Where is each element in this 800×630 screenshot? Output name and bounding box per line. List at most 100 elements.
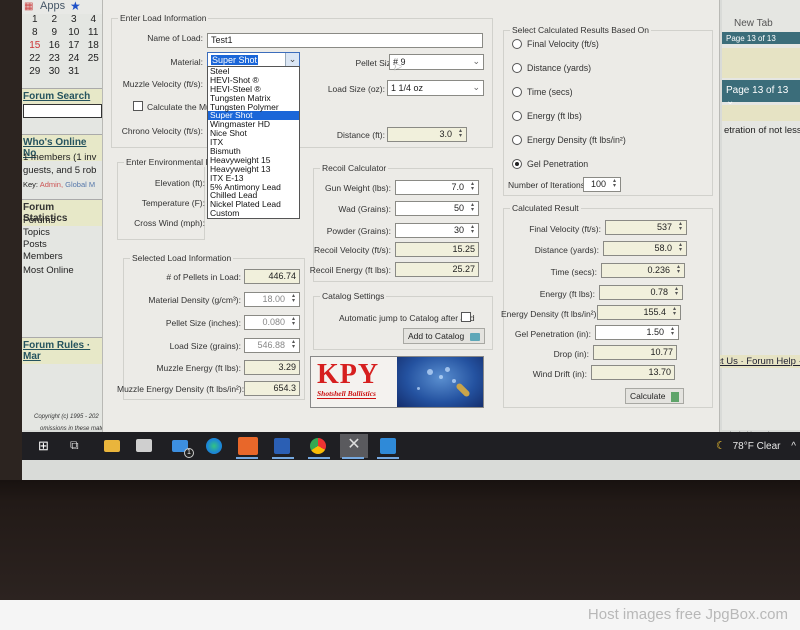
powder-input[interactable]: 30 ▴ ▾ xyxy=(395,223,479,238)
spinner-icon[interactable]: ▴ ▾ xyxy=(456,128,465,140)
forum-rules-link[interactable]: Forum Rules · Mar xyxy=(22,337,102,364)
radio-button[interactable] xyxy=(512,87,522,97)
calendar-day[interactable]: 3 xyxy=(64,14,84,27)
calendar-day[interactable]: 17 xyxy=(64,40,84,53)
calendar-day[interactable]: 1 xyxy=(25,14,45,27)
results-option[interactable]: Final Velocity (ft/s) xyxy=(512,39,599,49)
load-size-grains-input[interactable]: 546.88 ▴ ▾ xyxy=(244,338,300,353)
calendar-day[interactable]: 15 xyxy=(25,40,45,53)
calendar-week: 1234 xyxy=(25,14,103,27)
results-option[interactable]: Energy (ft lbs) xyxy=(512,111,582,121)
chrome-icon[interactable] xyxy=(310,438,326,454)
drop-output: 10.77 xyxy=(593,345,677,360)
gel-penetration-input[interactable]: 1.50 ▴ ▾ xyxy=(595,325,679,340)
muzzle-energy-label: Muzzle Energy (ft lbs): xyxy=(156,363,241,373)
new-tab-label[interactable]: New Tab xyxy=(734,18,773,29)
distance-input[interactable]: 3.0 ▴ ▾ xyxy=(387,127,467,142)
powder-value: 30 xyxy=(453,225,464,235)
kpy-app-taskbar-icon[interactable]: ✕ xyxy=(340,434,368,458)
watermark-text[interactable]: Host images free JpgBox.com xyxy=(588,606,788,623)
auto-jump-checkbox[interactable] xyxy=(461,312,471,322)
iterations-label: Number of Iterations: xyxy=(508,180,588,190)
results-option[interactable]: Gel Penetration xyxy=(512,159,588,169)
calendar-day[interactable]: 25 xyxy=(84,53,104,66)
forum-search-link[interactable]: Forum Search xyxy=(22,88,102,104)
pellet-size-inches-value: 0.080 xyxy=(262,317,285,327)
time-label: Time (secs): xyxy=(550,267,597,277)
photos-icon[interactable] xyxy=(380,438,396,454)
calendar-day[interactable]: 4 xyxy=(84,14,104,27)
spinner-icon[interactable]: ▴ ▾ xyxy=(468,202,477,214)
spinner-icon[interactable]: ▴ ▾ xyxy=(468,224,477,236)
page-indicator-top[interactable]: Page 13 of 13 xyxy=(722,32,800,44)
cross-wind-label: Cross Wind (mph): xyxy=(134,218,205,228)
spinner-icon[interactable]: ▴ ▾ xyxy=(670,306,679,318)
apps-bookmark[interactable]: Apps xyxy=(40,0,65,12)
calendar-day[interactable]: 24 xyxy=(64,53,84,66)
apps-grid-icon[interactable]: ▦ xyxy=(24,1,33,12)
spinner-icon[interactable]: ▴ ▾ xyxy=(289,293,298,305)
calculate-button[interactable]: Calculate xyxy=(625,388,684,404)
calendar-day[interactable]: 11 xyxy=(84,27,104,40)
calendar-day[interactable]: 10 xyxy=(64,27,84,40)
chevron-down-icon[interactable]: ⌄ xyxy=(285,53,299,67)
calendar-day[interactable]: 8 xyxy=(25,27,45,40)
calendar-day[interactable]: 2 xyxy=(45,14,65,27)
material-density-input[interactable]: 18.00 ▴ ▾ xyxy=(244,292,300,307)
radio-button[interactable] xyxy=(512,159,522,169)
calendar-day[interactable]: 30 xyxy=(45,66,65,79)
forum-search-input[interactable] xyxy=(23,104,102,118)
task-view-icon[interactable]: ⧉ xyxy=(70,438,86,454)
spinner-icon[interactable]: ▴ ▾ xyxy=(676,242,685,254)
wad-label: Wad (Grains): xyxy=(338,204,391,214)
pellet-size-inches-input[interactable]: 0.080 ▴ ▾ xyxy=(244,315,300,330)
radio-button[interactable] xyxy=(512,39,522,49)
spinner-icon[interactable]: ▴ ▾ xyxy=(676,221,685,233)
store-icon[interactable] xyxy=(136,439,152,452)
gun-weight-input[interactable]: 7.0 ▴ ▾ xyxy=(395,180,479,195)
radio-button[interactable] xyxy=(512,135,522,145)
radio-button[interactable] xyxy=(512,63,522,73)
calendar-day[interactable]: 23 xyxy=(45,53,65,66)
spinner-icon[interactable]: ▴ ▾ xyxy=(672,286,681,298)
material-label: Material: xyxy=(170,57,203,67)
pellet-size-select[interactable]: # 9 ⌄ xyxy=(389,54,484,70)
material-dropdown-list[interactable]: Steel HEVI-Shot ® HEVI-Steel ® Tungsten Mat… xyxy=(207,66,300,220)
results-option[interactable]: Energy Density (ft lbs/in²) xyxy=(512,135,626,145)
windows-start-icon[interactable]: ⊞ xyxy=(38,438,54,454)
spinner-icon[interactable]: ▴ ▾ xyxy=(674,264,683,276)
weather-text[interactable]: 78°F Clear xyxy=(733,441,781,452)
material-option[interactable]: Custom xyxy=(208,209,299,218)
spinner-icon[interactable]: ▴ ▾ xyxy=(289,339,298,351)
load-size-select[interactable]: 1 1/4 oz ⌄ xyxy=(387,80,484,96)
results-option[interactable]: Distance (yards) xyxy=(512,63,591,73)
spinner-icon[interactable]: ▴ ▾ xyxy=(468,181,477,193)
logo-text-panel: KPY Shotshell Ballistics xyxy=(311,357,397,407)
name-of-load-input[interactable]: Test1 xyxy=(207,33,483,48)
radio-button[interactable] xyxy=(512,111,522,121)
iterations-value: 100 xyxy=(590,179,606,189)
calendar-day[interactable]: 16 xyxy=(45,40,65,53)
remote-app-icon[interactable] xyxy=(238,437,258,455)
spinner-icon[interactable]: ▴ ▾ xyxy=(289,316,298,328)
calendar-day[interactable]: 22 xyxy=(25,53,45,66)
star-icon[interactable]: ★ xyxy=(70,0,81,13)
calendar-day[interactable]: 9 xyxy=(45,27,65,40)
add-to-catalog-button[interactable]: Add to Catalog xyxy=(403,328,485,344)
active-indicator xyxy=(377,457,399,459)
chevron-up-icon[interactable]: ^ xyxy=(791,441,796,452)
spinner-icon[interactable]: ▴ ▾ xyxy=(610,178,619,190)
calc-muzzle-checkbox[interactable] xyxy=(133,101,143,111)
spinner-icon[interactable]: ▴ ▾ xyxy=(668,326,677,338)
wad-input[interactable]: 50 ▴ ▾ xyxy=(395,201,479,216)
file-explorer-icon[interactable] xyxy=(104,440,120,452)
iterations-input[interactable]: 100 ▴ ▾ xyxy=(583,177,621,192)
edge-browser-icon[interactable] xyxy=(206,438,222,454)
calendar-day[interactable]: 29 xyxy=(25,66,45,79)
results-option[interactable]: Time (secs) xyxy=(512,87,573,97)
word-icon[interactable] xyxy=(274,438,290,454)
monitor-screen: 1 2 3 4 8 9 10 11 15 16 17 18 22 23 24 25 29 30 31 Forum S… xyxy=(0,0,800,480)
calendar-day[interactable]: 31 xyxy=(64,66,84,79)
calendar-day[interactable]: 18 xyxy=(84,40,104,53)
page-indicator[interactable]: Page 13 of 13 ⌄ xyxy=(722,80,800,107)
